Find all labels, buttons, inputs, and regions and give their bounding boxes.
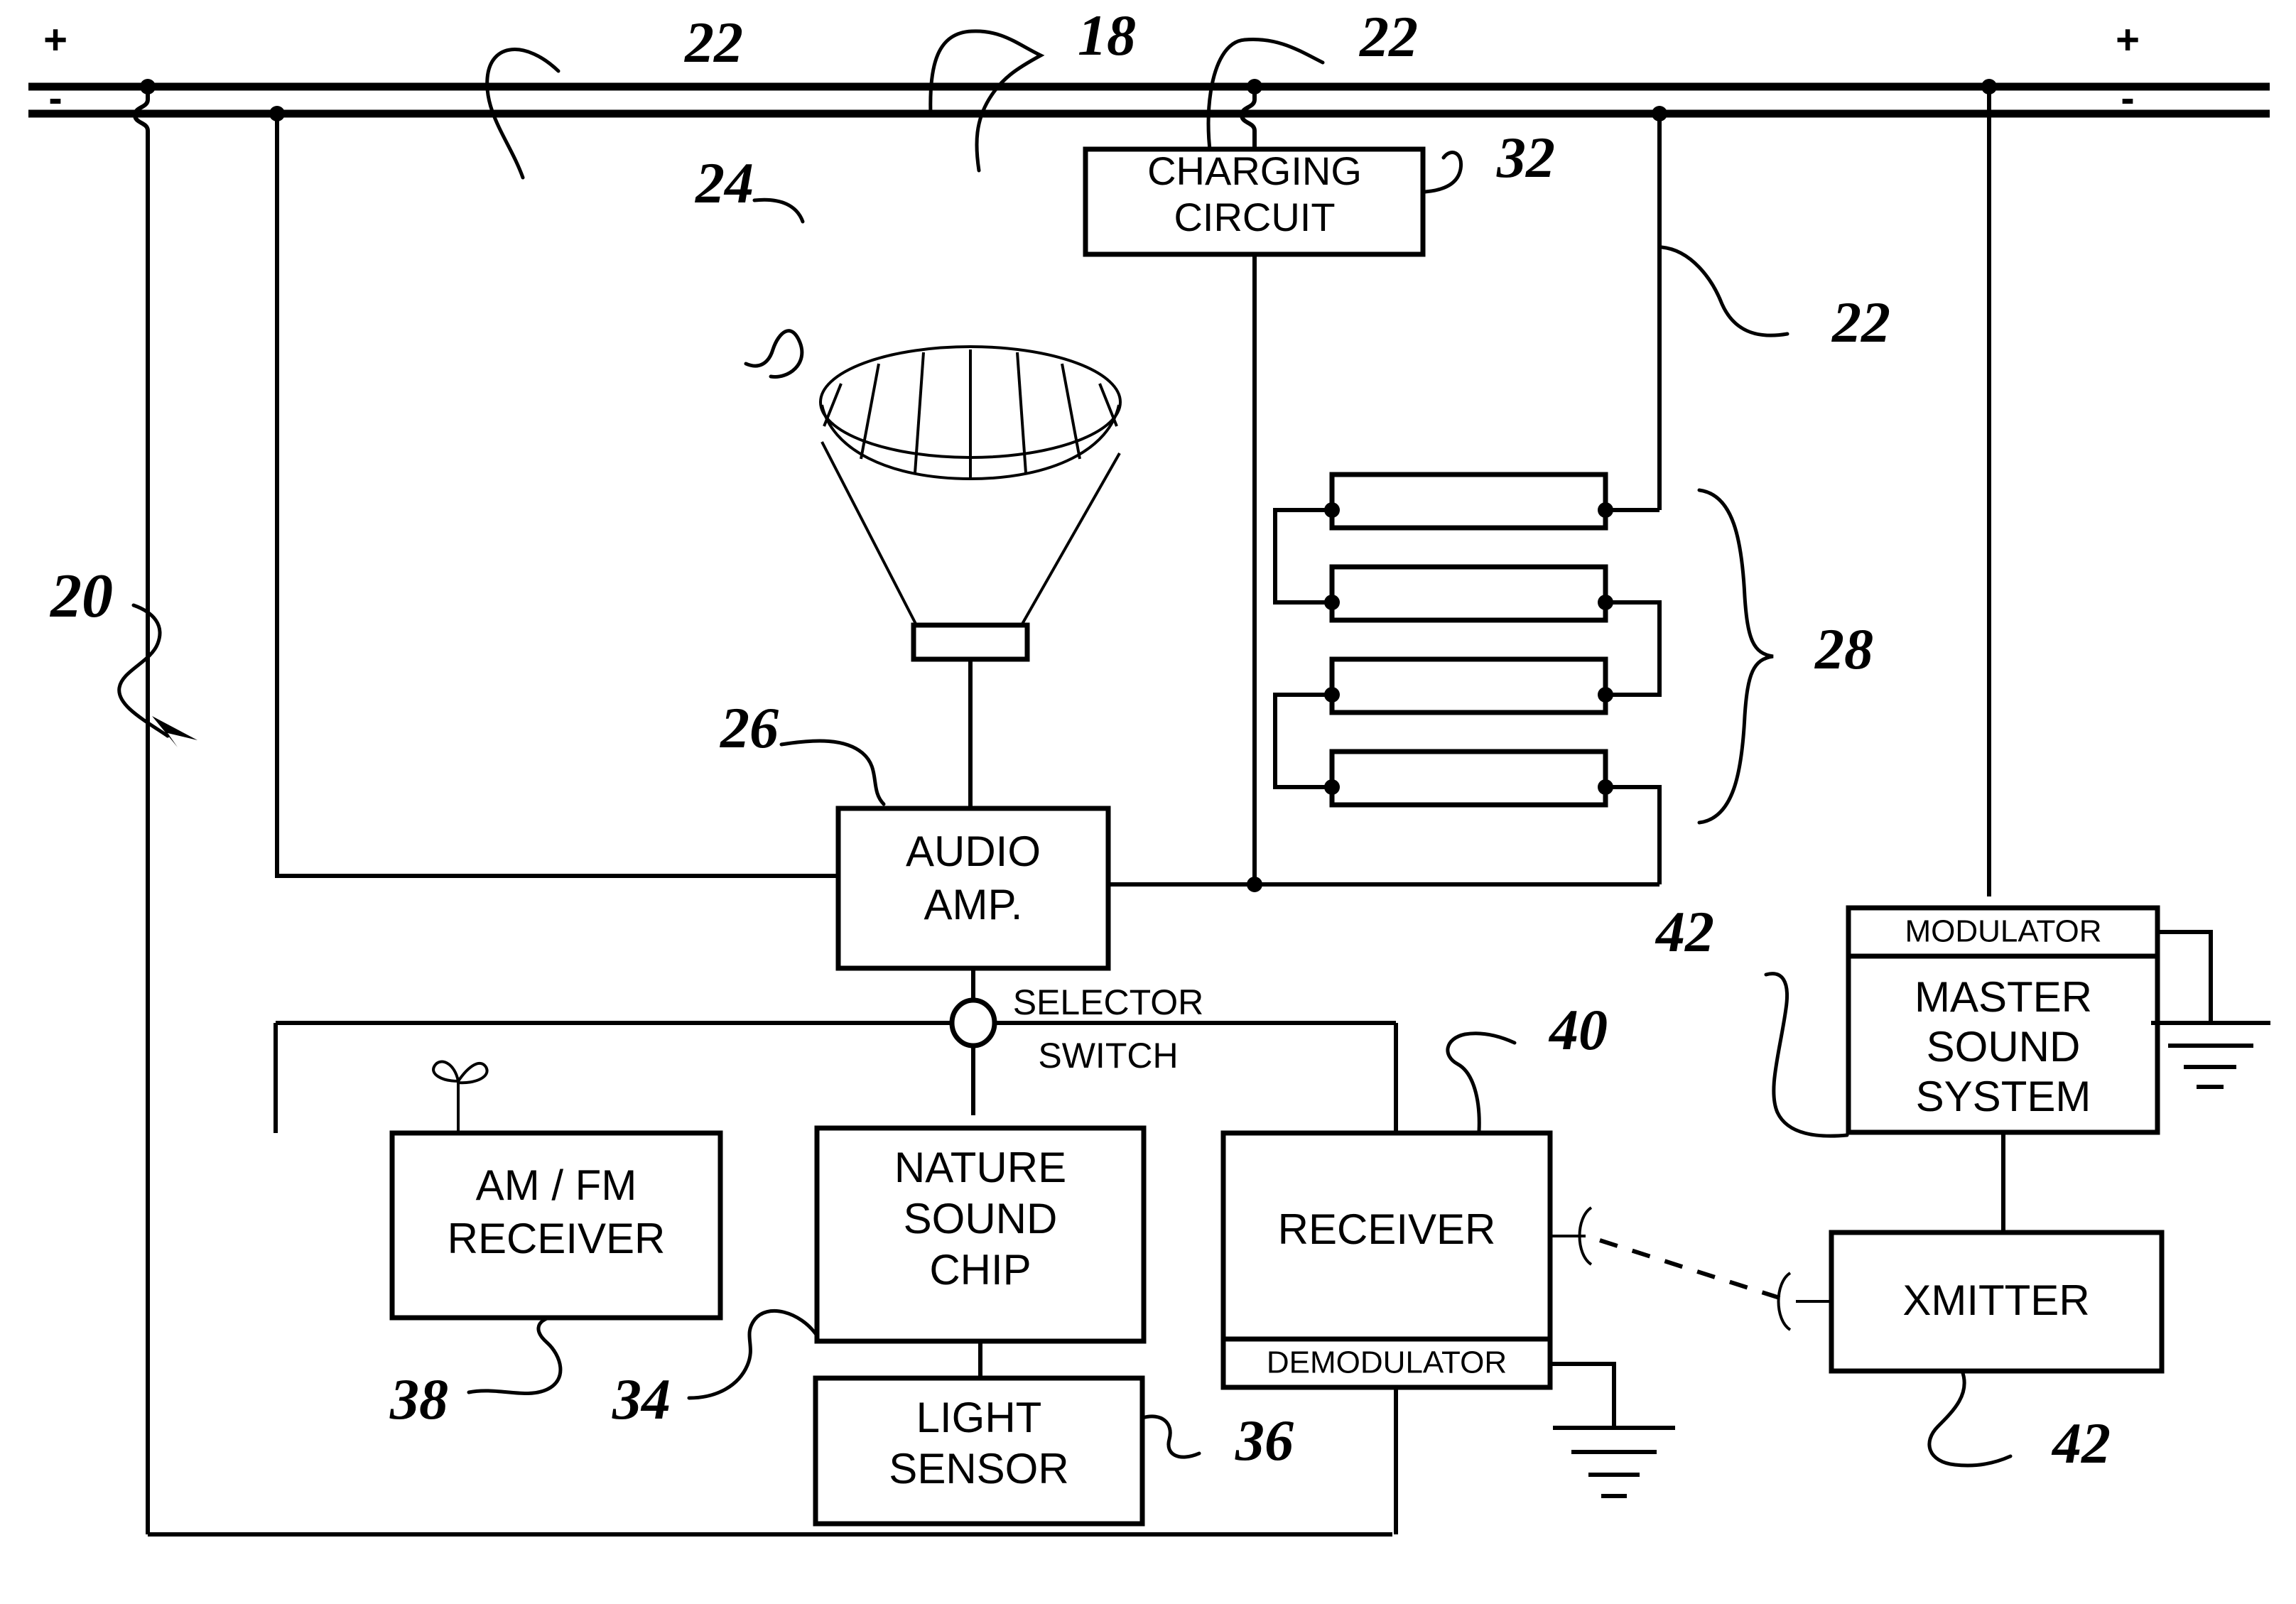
light-sensor-block[interactable]: LIGHT SENSOR — [813, 1375, 1145, 1527]
ref-40: 42 — [2051, 1411, 2111, 1475]
master-sound-system-label-line2: SOUND — [1927, 1023, 2081, 1071]
ref-brace-28 — [1697, 488, 1774, 825]
receiver-label: RECEIVER — [1278, 1205, 1496, 1253]
wireless-link — [1599, 1238, 1782, 1301]
modulator-label: MODULATOR — [1905, 914, 2101, 949]
nature-sound-chip-label-line3: CHIP — [929, 1246, 1031, 1294]
patent-figure: + - + - 22 18 22 CHARGING CIRCUIT 32 22 … — [0, 0, 2296, 1604]
polarity-minus-left: - — [48, 75, 62, 121]
selector-switch-label-line1: SELECTOR — [1013, 982, 1204, 1022]
ref-18: 18 — [1078, 3, 1136, 67]
ground-symbol-demodulator — [1553, 1426, 1675, 1498]
ref-leader-22-right — [1659, 245, 1789, 337]
ref-26: 26 — [720, 695, 779, 760]
xmitter-label: XMITTER — [1902, 1277, 2089, 1324]
battery-bank — [1255, 472, 1662, 887]
ref-20: 20 — [49, 562, 113, 631]
audio-amp-label-line2: AMP. — [924, 881, 1023, 928]
ref-38: 40 — [1548, 997, 1608, 1062]
nature-sound-chip-label-line1: NATURE — [894, 1144, 1066, 1191]
nature-sound-chip-block[interactable]: NATURE SOUND CHIP — [814, 1125, 1147, 1378]
ref-22-left: 22 — [684, 10, 743, 75]
audio-amp-block[interactable]: AUDIO AMP. — [835, 806, 1255, 971]
ref-leader-20-arrow — [117, 603, 197, 747]
speaker — [819, 345, 1122, 808]
demodulator-label: DEMODULATOR — [1267, 1345, 1507, 1380]
audio-amp-label-line1: AUDIO — [906, 828, 1041, 875]
receiver-block[interactable]: RECEIVER DEMODULATOR — [1220, 1130, 1616, 1428]
charging-circuit-block[interactable]: CHARGING CIRCUIT — [1083, 146, 1426, 257]
selector-switch-label-line2: SWITCH — [1038, 1036, 1178, 1075]
power-bus-rails — [28, 82, 2270, 118]
ref-42: 42 — [1655, 899, 1714, 964]
receiver-antenna-icon — [1550, 1206, 1593, 1266]
am-fm-receiver-label-line2: RECEIVER — [448, 1215, 666, 1262]
ref-leader-30 — [1423, 151, 1463, 194]
master-sound-system-label-line1: MASTER — [1915, 973, 2092, 1021]
ref-leader-40 — [1927, 1369, 2013, 1468]
bus-tap-right-end — [1981, 79, 1997, 896]
ref-34: 36 — [1235, 1408, 1294, 1473]
bus-tap-battery — [1652, 106, 1667, 510]
antenna-icon — [432, 1060, 489, 1133]
nature-sound-chip-label-line2: SOUND — [904, 1195, 1058, 1242]
am-fm-receiver-block[interactable]: AM / FM RECEIVER — [389, 1060, 723, 1321]
polarity-minus-right: - — [2121, 75, 2134, 121]
bus-tap-center-left — [269, 106, 838, 878]
ref-28: 28 — [1814, 617, 1873, 681]
ref-22-right: 22 — [1831, 290, 1890, 354]
polarity-plus-left: + — [43, 16, 67, 63]
ref-leader-24-tail — [752, 197, 805, 224]
ref-leader-18 — [928, 29, 1045, 173]
charging-circuit-label-line1: CHARGING — [1147, 148, 1362, 193]
light-sensor-label-line1: LIGHT — [916, 1394, 1042, 1441]
ref-leader-42 — [1764, 972, 1849, 1138]
am-fm-receiver-label-line1: AM / FM — [476, 1161, 637, 1209]
ref-30: 32 — [1496, 125, 1555, 190]
ref-32: 34 — [612, 1367, 671, 1431]
polarity-plus-right: + — [2116, 16, 2140, 63]
ref-22-mid: 22 — [1359, 4, 1418, 69]
ground-symbol-modulator — [2151, 1021, 2270, 1089]
ref-leader-36 — [467, 1316, 563, 1395]
xmitter-antenna-icon — [1777, 1272, 1831, 1331]
light-sensor-label-line2: SENSOR — [889, 1445, 1068, 1492]
ref-36: 38 — [389, 1367, 448, 1431]
ref-leader-32 — [687, 1308, 819, 1400]
xmitter-block[interactable]: XMITTER — [1777, 1132, 2165, 1374]
bus-tap-left — [132, 79, 1392, 1537]
ref-24: 24 — [695, 151, 754, 215]
ref-leader-38 — [1446, 1031, 1517, 1133]
ref-leader-26 — [779, 739, 886, 806]
ref-leader-34 — [1140, 1414, 1201, 1459]
master-sound-system-label-line3: SYSTEM — [1916, 1073, 2091, 1120]
ref-leader-24 — [744, 329, 804, 379]
master-sound-system-block[interactable]: MODULATOR MASTER SOUND SYSTEM — [1846, 905, 2213, 1135]
charging-circuit-label-line2: CIRCUIT — [1174, 195, 1335, 239]
